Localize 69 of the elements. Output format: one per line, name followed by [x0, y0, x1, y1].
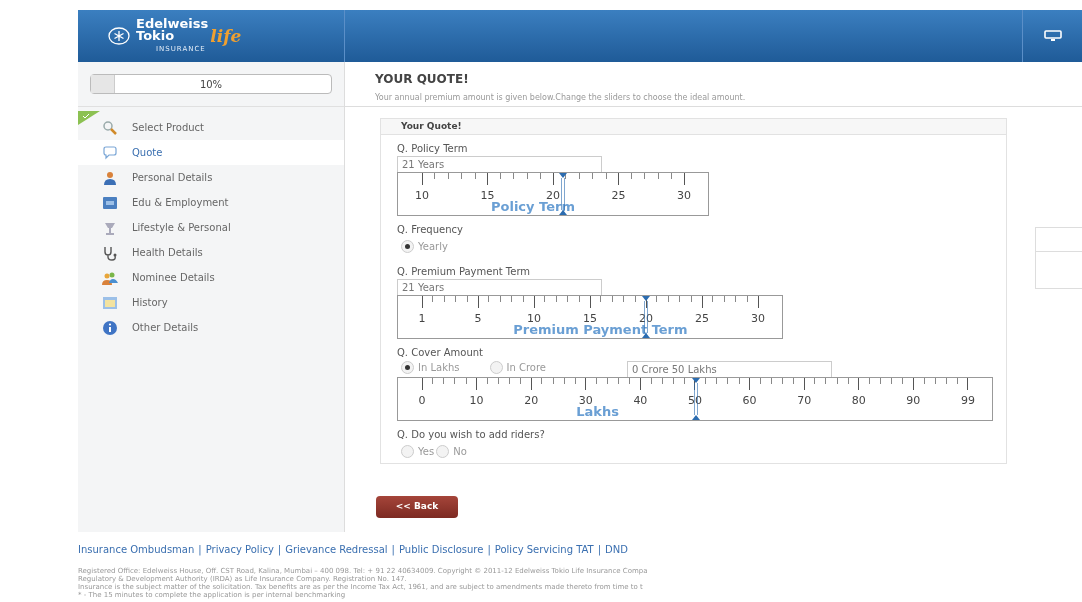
logo-text: Tokio: [136, 29, 175, 42]
sidebar-item[interactable]: Lifestyle & Personal: [78, 215, 344, 240]
person-icon: [102, 169, 118, 186]
id-card-icon: [102, 194, 118, 211]
link-separator: |: [277, 543, 282, 557]
tick-label: 30: [578, 393, 593, 407]
sidebar-item[interactable]: Health Details: [78, 240, 344, 265]
radio-option[interactable]: In Lakhs: [401, 360, 460, 375]
sidebar-item[interactable]: History: [78, 290, 344, 315]
tick-label: 40: [633, 393, 648, 409]
info-icon: [102, 319, 118, 336]
question-label: Q. Do you wish to add riders?: [397, 428, 546, 442]
footer-link[interactable]: Grievance Redressal: [285, 542, 388, 557]
tick-label: 25: [695, 311, 709, 327]
tick-label: 80: [851, 393, 866, 409]
tick-label: 25: [611, 188, 626, 204]
footer-link[interactable]: Privacy Policy: [205, 542, 274, 557]
stethoscope-icon: [102, 244, 118, 261]
question-label: Q. Policy Term: [397, 142, 469, 156]
tick-label: 15: [480, 188, 495, 202]
sidebar-item[interactable]: Personal Details: [78, 165, 344, 190]
speech-bubble-icon: [102, 144, 118, 161]
link-separator: |: [391, 543, 395, 557]
sidebar-item[interactable]: Select Product: [78, 115, 344, 140]
link-separator: |: [198, 543, 202, 557]
tick-label: 20: [524, 393, 539, 409]
question-label: Q. Premium Payment Term: [397, 265, 532, 279]
tick-label: 0: [418, 393, 426, 409]
tick-label: 90: [906, 393, 921, 409]
tick-label: 60: [742, 393, 757, 409]
side-panel: [1035, 227, 1082, 289]
snowflake-icon: [108, 25, 130, 47]
footer-link[interactable]: Policy Servicing TAT: [494, 542, 594, 557]
radio-option[interactable]: Yearly: [401, 239, 448, 254]
radio-option[interactable]: No: [436, 444, 467, 459]
tick-label: 5: [474, 311, 482, 327]
radio-option[interactable]: In Crore: [489, 360, 547, 375]
tick-label: 1: [418, 311, 426, 327]
footer-link[interactable]: Public Disclosure: [398, 542, 484, 557]
card-title: Your Quote!: [401, 119, 462, 133]
calendar-icon: [102, 294, 118, 311]
sidebar-item[interactable]: Edu & Employment: [78, 190, 344, 215]
tick-label: 70: [797, 393, 812, 409]
radio-option[interactable]: Yes: [401, 444, 435, 459]
footer-link[interactable]: Insurance Ombudsman: [78, 542, 195, 557]
logo-text: Edelweiss: [136, 17, 209, 30]
tick-label: 15: [583, 311, 597, 325]
question-label: Q. Frequency: [397, 223, 464, 237]
tick-label: 10: [415, 188, 429, 204]
footer-link[interactable]: DND: [605, 542, 628, 557]
tick-label: 30: [677, 188, 691, 204]
tick-label: 10: [469, 393, 484, 409]
tick-label: 99: [960, 393, 975, 409]
tick-label: 20: [546, 188, 560, 202]
progress-label: 10%: [198, 77, 224, 92]
tick-label: 10: [527, 311, 541, 325]
sidebar-item[interactable]: Nominee Details: [78, 265, 344, 290]
sidebar-item[interactable]: Quote: [78, 140, 344, 165]
back-button[interactable]: << Back: [376, 496, 458, 518]
slider-watermark: Lakhs: [576, 405, 619, 419]
sidebar-item[interactable]: Other Details: [78, 315, 344, 340]
link-separator: |: [487, 543, 491, 557]
tick-label: 30: [751, 311, 765, 327]
question-label: Q. Cover Amount: [397, 346, 484, 360]
search-icon: [102, 119, 118, 136]
page-title: YOUR QUOTE!: [375, 71, 470, 88]
link-separator: |: [597, 543, 602, 557]
monitor-icon: [1043, 30, 1062, 42]
page-subtitle: Your annual premium amount is given below.Change the sliders to choose the ideal amount.: [375, 92, 747, 104]
